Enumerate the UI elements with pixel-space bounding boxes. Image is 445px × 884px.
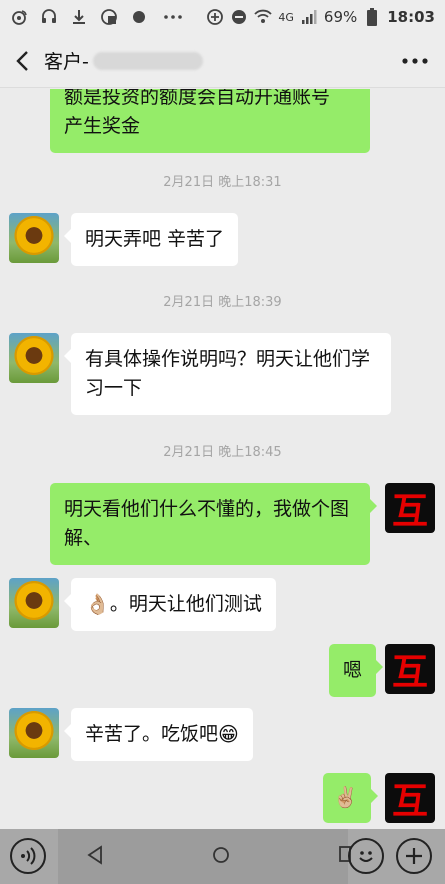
more-functions-button[interactable]	[396, 838, 432, 874]
triangle-back-icon	[87, 845, 102, 865]
battery-icon	[363, 8, 381, 26]
voice-button[interactable]	[10, 838, 46, 874]
avatar-glyph: 互	[391, 490, 428, 532]
input-bar	[0, 829, 445, 884]
message-text: 辛苦了。吃饭吧	[85, 723, 219, 745]
message-bubble-outgoing[interactable]: 明天看他们什么不懂的，我做个图解、	[50, 483, 377, 565]
more-icon	[402, 57, 428, 64]
contact-avatar[interactable]	[9, 213, 59, 263]
android-home-button[interactable]	[211, 845, 231, 865]
chevron-left-icon	[16, 50, 28, 71]
chat-header: 客户-	[0, 34, 445, 88]
back-button[interactable]	[0, 34, 44, 88]
wifi-icon	[254, 8, 273, 26]
chat-title: 客户-	[44, 47, 203, 74]
message-text-partial: 额是投资的额度会自动开通账号	[64, 89, 331, 108]
message-text: 明天弄吧 辛苦了	[85, 228, 225, 250]
avatar-glyph: 互	[391, 651, 428, 693]
voice-icon	[21, 847, 36, 865]
message-list[interactable]: 额是投资的额度会自动开通账号 产生奖金 2月21日 晚上18:31 明天弄吧 辛…	[0, 89, 445, 829]
message-bubble-incoming[interactable]: 明天弄吧 辛苦了	[63, 213, 239, 266]
contact-avatar[interactable]	[9, 578, 59, 628]
contact-avatar[interactable]	[9, 333, 59, 383]
contact-avatar[interactable]	[9, 708, 59, 758]
smiley-icon	[359, 851, 373, 862]
message-bubble-outgoing[interactable]: 嗯	[329, 644, 384, 697]
download-icon	[70, 8, 88, 26]
grin-emoji: 😁	[218, 722, 239, 746]
dot-icon	[130, 8, 148, 26]
do-not-disturb-icon	[230, 8, 248, 26]
message-bubble-outgoing[interactable]: 额是投资的额度会自动开通账号 产生奖金	[50, 89, 370, 153]
more-notifications-icon	[160, 8, 186, 26]
avatar-glyph: 互	[391, 780, 428, 822]
my-avatar[interactable]: 互	[385, 773, 435, 823]
timestamp: 2月21日 晚上18:31	[163, 175, 282, 190]
status-right-icons: 4G 69% 18:03	[206, 8, 435, 26]
status-bar: 4G 69% 18:03	[0, 0, 445, 34]
battery-percent: 69%	[323, 8, 358, 26]
timestamp: 2月21日 晚上18:45	[163, 445, 282, 460]
data-saver-icon	[206, 8, 224, 26]
headset-icon	[40, 8, 58, 26]
weibo-icon	[10, 8, 28, 26]
message-bubble-incoming[interactable]: 有具体操作说明吗？明天让他们学习一下	[64, 333, 391, 415]
android-back-button[interactable]	[86, 845, 104, 865]
emoji-button[interactable]	[348, 838, 384, 874]
message-bubble-incoming[interactable]: 👌🏼。明天让他们测试	[64, 578, 276, 631]
network-type: 4G	[278, 10, 294, 24]
message-text: 明天看他们什么不懂的，我做个图解、	[64, 498, 350, 549]
circle-home-icon	[213, 847, 229, 863]
chat-info-button[interactable]	[385, 34, 445, 88]
message-text: 嗯	[343, 659, 363, 681]
message-text: 。明天让他们测试	[109, 593, 262, 615]
plus-icon	[406, 848, 422, 864]
victory-hand-emoji: ✌🏼	[333, 785, 358, 809]
browser-icon	[100, 8, 118, 26]
message-text: 有具体操作说明吗？明天让他们学习一下	[85, 348, 371, 399]
my-avatar[interactable]: 互	[385, 644, 435, 694]
timestamp: 2月21日 晚上18:39	[163, 295, 282, 310]
status-left-icons	[10, 8, 186, 26]
message-bubble-incoming[interactable]: 辛苦了。吃饭吧😁	[64, 708, 253, 761]
signal-icon	[300, 8, 318, 26]
chat-title-text: 客户-	[44, 51, 89, 73]
blurred-name	[92, 51, 203, 70]
ok-hand-emoji: 👌🏼	[85, 592, 110, 616]
message-text: 产生奖金	[64, 115, 141, 137]
clock: 18:03	[387, 8, 435, 26]
my-avatar[interactable]: 互	[385, 483, 435, 533]
message-bubble-outgoing[interactable]: ✌🏼	[323, 773, 378, 823]
